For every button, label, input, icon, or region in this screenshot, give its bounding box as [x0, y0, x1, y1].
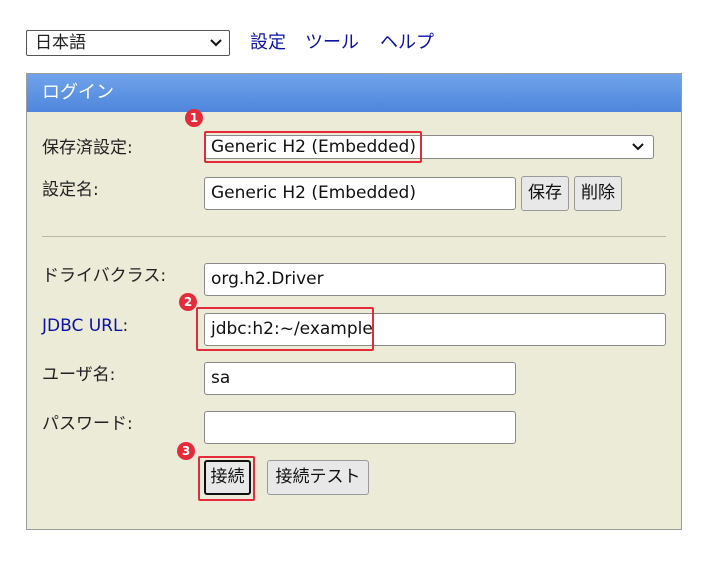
password-label: パスワード:	[42, 414, 133, 434]
language-select-value: 日本語	[35, 33, 86, 53]
saved-settings-label: 保存済設定:	[42, 138, 133, 158]
chevron-down-icon	[210, 39, 222, 47]
test-connection-button[interactable]: 接続テスト	[267, 460, 369, 495]
saved-settings-select[interactable]: Generic H2 (Embedded)	[204, 135, 654, 159]
jdbc-url-label-group: JDBC URL:	[42, 314, 128, 338]
setting-name-label: 設定名:	[42, 180, 99, 200]
connect-button[interactable]: 接続	[204, 460, 251, 495]
nav-settings-link[interactable]: 設定	[250, 31, 286, 55]
driver-class-input[interactable]: org.h2.Driver	[204, 263, 666, 296]
nav-help-link[interactable]: ヘルプ	[380, 31, 434, 55]
username-input[interactable]: sa	[204, 362, 516, 395]
step-badge-1: 1	[185, 109, 203, 127]
jdbc-url-input[interactable]: jdbc:h2:~/example	[204, 313, 666, 346]
step-badge-3: 3	[177, 442, 195, 460]
divider	[42, 236, 666, 237]
username-label: ユーザ名:	[42, 365, 116, 385]
password-input[interactable]	[204, 411, 516, 444]
panel-title: ログイン	[27, 74, 681, 112]
step-badge-2: 2	[179, 293, 197, 311]
jdbc-url-colon: :	[122, 316, 129, 336]
jdbc-url-link[interactable]: JDBC URL	[42, 316, 122, 336]
chevron-down-icon	[632, 143, 644, 151]
setting-name-input[interactable]: Generic H2 (Embedded)	[204, 177, 516, 210]
save-button[interactable]: 保存	[521, 176, 569, 211]
nav-tools-link[interactable]: ツール	[305, 31, 359, 55]
delete-button[interactable]: 削除	[574, 176, 622, 211]
driver-class-label: ドライバクラス:	[42, 266, 167, 286]
language-select[interactable]: 日本語	[26, 30, 230, 56]
saved-settings-value: Generic H2 (Embedded)	[211, 137, 416, 157]
